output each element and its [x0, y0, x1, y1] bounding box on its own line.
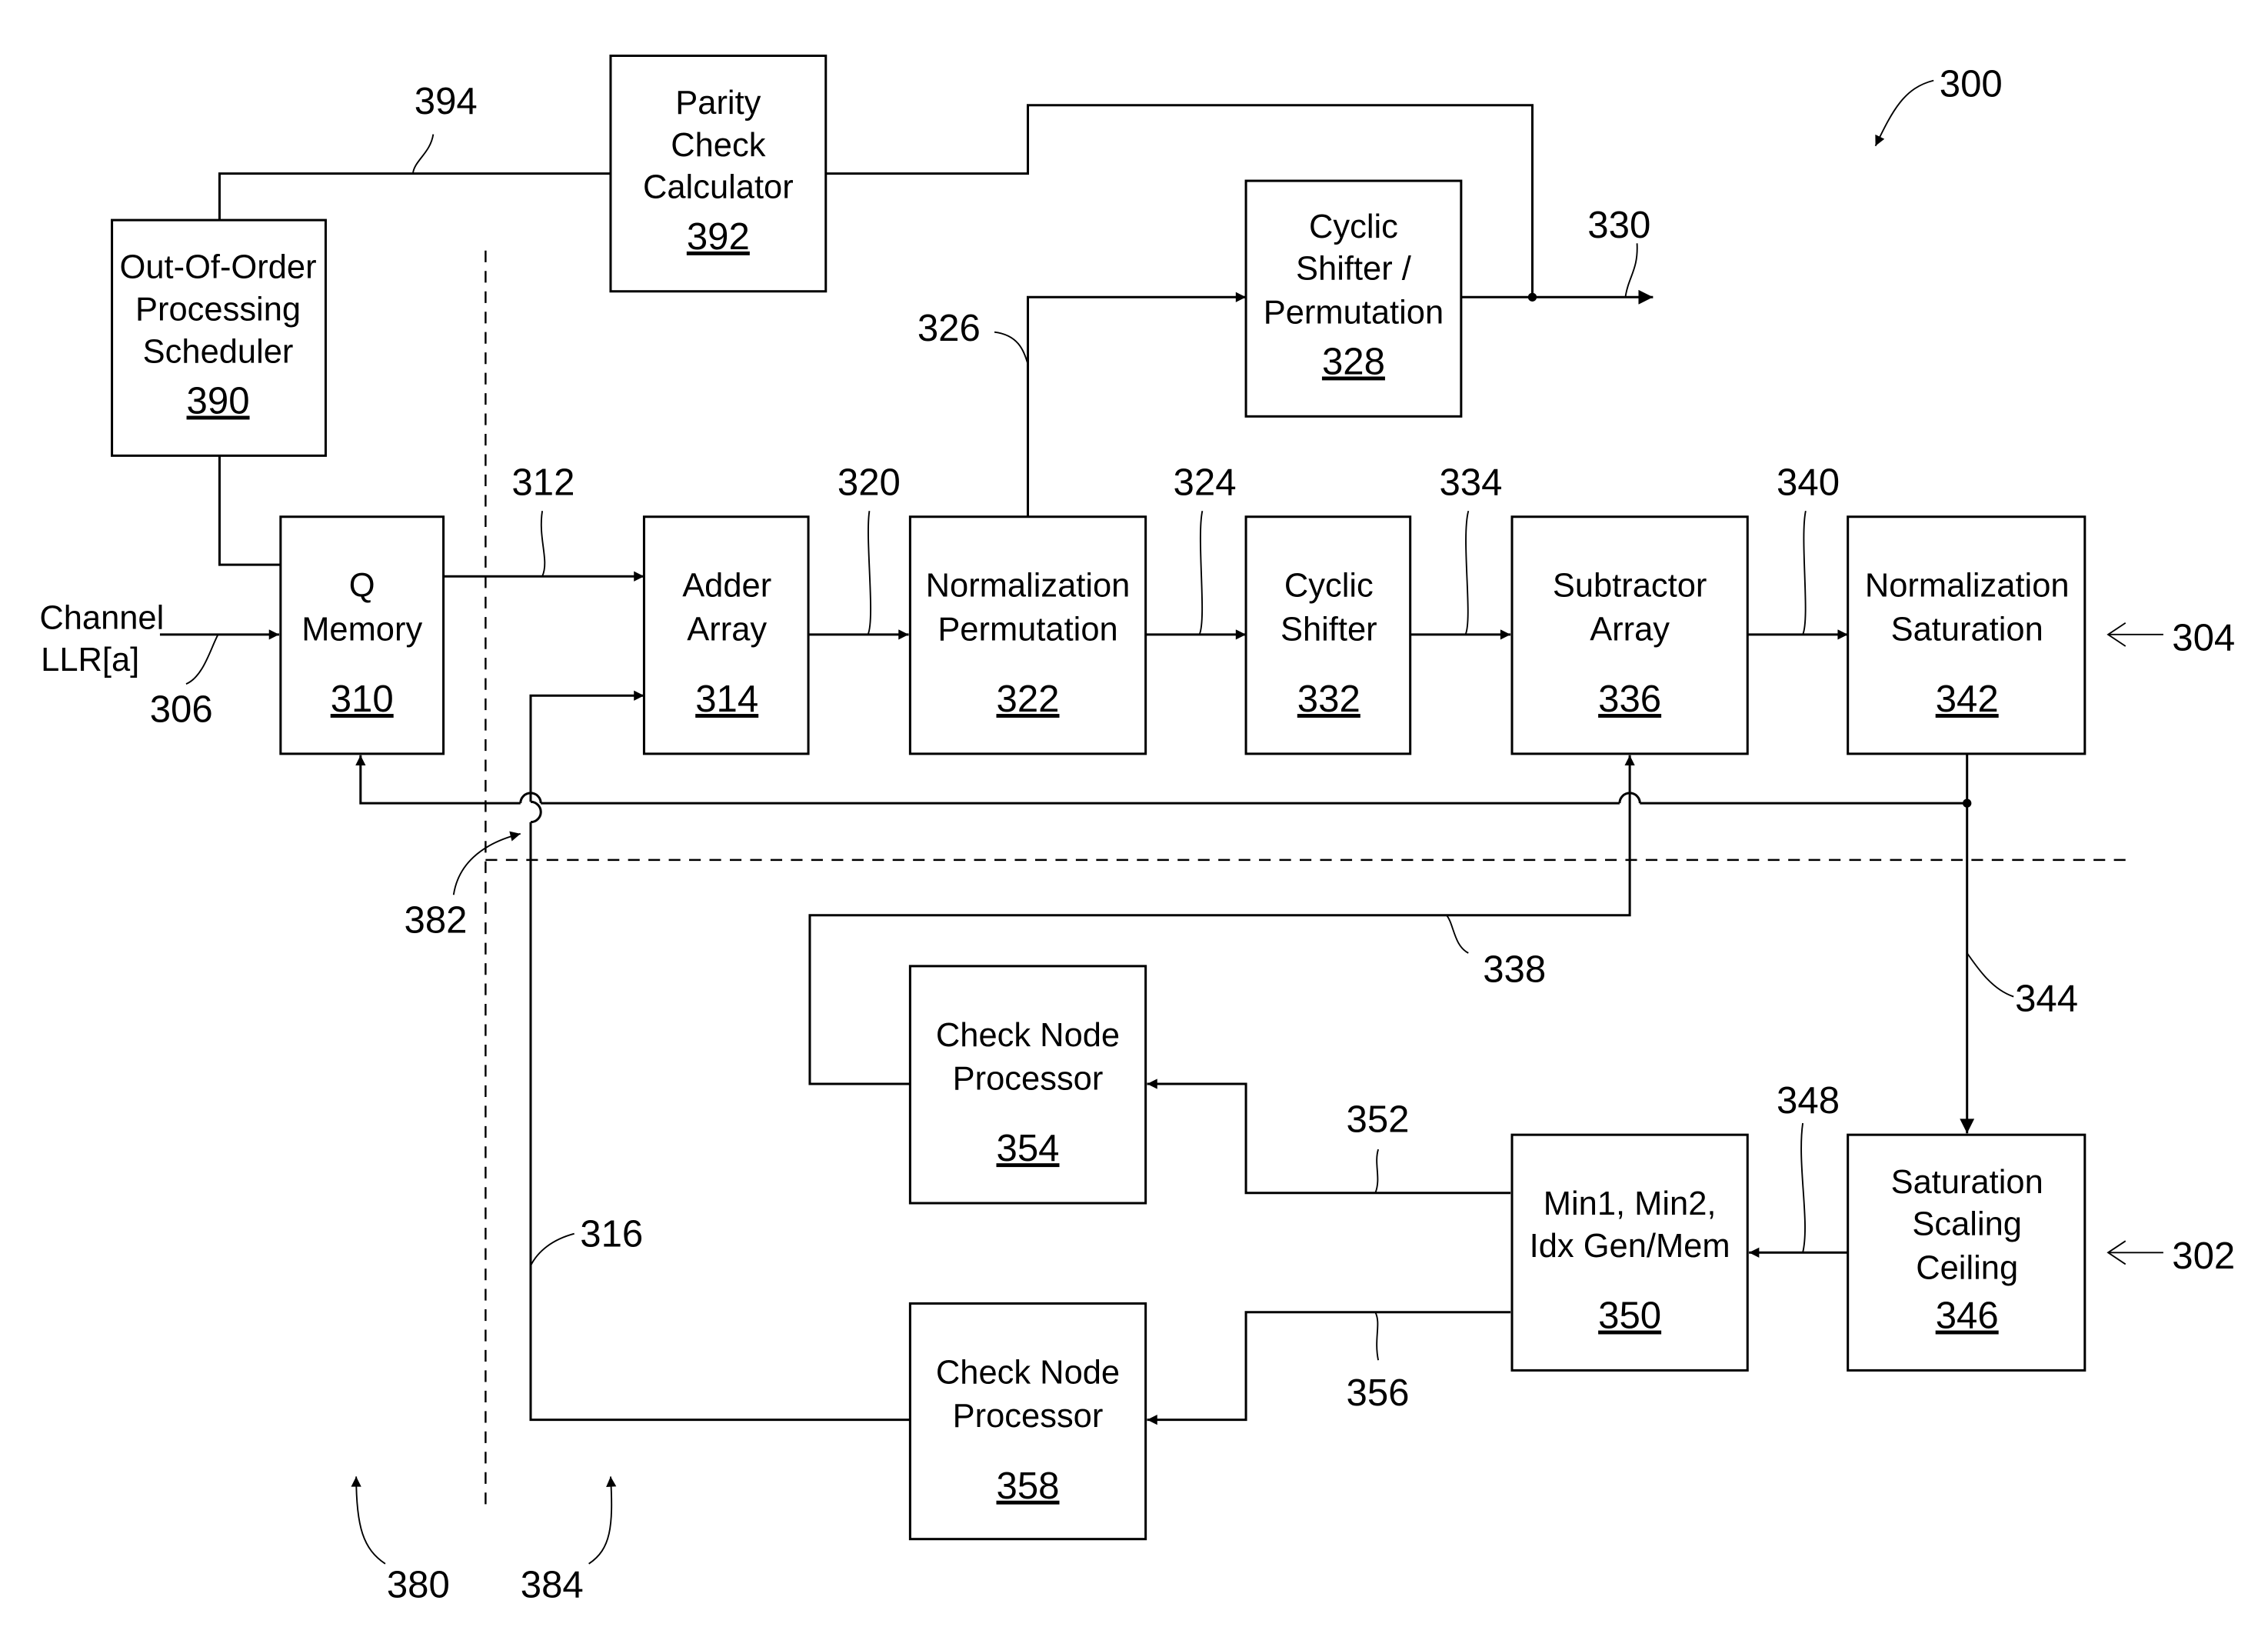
- block-label: Array: [687, 611, 767, 648]
- block-number: 310: [331, 678, 394, 720]
- ref-326: 326: [918, 308, 981, 349]
- block-cyclic-shifter-permutation: Cyclic Shifter / Permutation 328: [1244, 179, 1463, 418]
- block-number: 358: [997, 1465, 1060, 1507]
- ref-304: 304: [2172, 618, 2235, 659]
- block-number: 332: [1297, 678, 1360, 720]
- block-saturation-scaling-ceiling: Saturation Scaling Ceiling 346: [1847, 1133, 2086, 1372]
- ref-312: 312: [511, 462, 574, 503]
- ref-340: 340: [1777, 462, 1840, 503]
- wire-ooo-qmem: [218, 455, 281, 566]
- block-label: Shifter: [1281, 611, 1377, 648]
- input-label: Channel: [39, 599, 164, 636]
- block-q-memory: Q Memory 310: [279, 515, 445, 755]
- block-label: Check Node: [936, 1354, 1120, 1391]
- wire-feedback-qmem: [1640, 753, 1969, 805]
- ref-352: 352: [1346, 1099, 1409, 1140]
- block-normalization-permutation: Normalization Permutation 322: [908, 515, 1147, 755]
- block-min-idx-gen-mem: Min1, Min2, Idx Gen/Mem 350: [1510, 1133, 1749, 1372]
- wire-352: [1147, 1079, 1511, 1195]
- block-number: 354: [997, 1128, 1060, 1169]
- block-label: Cyclic: [1284, 568, 1374, 605]
- block-number: 390: [187, 381, 250, 422]
- block-out-of-order-scheduler: Out-Of-Order Processing Scheduler 390: [111, 218, 327, 457]
- block-number: 328: [1322, 341, 1385, 382]
- block-label: Saturation: [1891, 1164, 2043, 1201]
- arrow-382: [452, 831, 521, 895]
- wire-feedback-end: [355, 755, 521, 805]
- block-label: Memory: [301, 611, 422, 648]
- block-label: Permutation: [938, 611, 1117, 648]
- ref-316: 316: [580, 1214, 643, 1255]
- block-label: Out-Of-Order: [120, 249, 317, 286]
- wire-316-crossover: [530, 800, 542, 824]
- ref-344: 344: [2015, 978, 2078, 1019]
- block-label: Scaling: [1912, 1206, 2022, 1243]
- block-number: 314: [695, 678, 758, 720]
- block-label: Cyclic: [1309, 208, 1398, 245]
- block-label: Normalization: [926, 568, 1131, 605]
- block-label: Q: [349, 568, 375, 605]
- block-label: Idx Gen/Mem: [1530, 1228, 1730, 1265]
- block-label: Normalization: [1865, 568, 2070, 605]
- block-label: Array: [1590, 611, 1670, 648]
- block-cyclic-shifter: Cyclic Shifter 332: [1244, 515, 1412, 755]
- reference-numerals: 300 394 330 326 312 320 324 334 340 304 …: [150, 63, 2236, 1605]
- ref-320: 320: [838, 462, 901, 503]
- block-label: Parity: [675, 85, 761, 122]
- block-number: 392: [687, 216, 750, 258]
- ref-334: 334: [1439, 462, 1502, 503]
- ref-302: 302: [2172, 1235, 2235, 1277]
- ref-356: 356: [1346, 1372, 1409, 1414]
- arrow-380: [351, 1476, 386, 1565]
- block-label: Check Node: [936, 1017, 1120, 1054]
- arrow-300: [1874, 79, 1934, 147]
- ref-338: 338: [1483, 949, 1546, 991]
- ref-394: 394: [415, 81, 478, 122]
- block-label: Shifter /: [1296, 251, 1412, 288]
- ref-380: 380: [387, 1564, 450, 1605]
- block-label: Subtractor: [1553, 568, 1707, 605]
- wire-356: [1147, 1311, 1511, 1425]
- block-number: 350: [1598, 1295, 1661, 1337]
- junction-dot: [1527, 292, 1537, 302]
- arrow-384: [588, 1476, 617, 1565]
- block-check-node-processor-354: Check Node Processor 354: [908, 965, 1147, 1205]
- block-label: Permutation: [1264, 294, 1444, 331]
- block-label: Processing: [135, 292, 301, 328]
- ref-382: 382: [405, 899, 468, 941]
- ref-306: 306: [150, 688, 213, 730]
- decoder-block-diagram: Parity Check Calculator 392 Out-Of-Order…: [39, 54, 2236, 1605]
- ref-330: 330: [1587, 205, 1650, 246]
- input-label: LLR[a]: [41, 642, 139, 678]
- ref-300: 300: [1940, 63, 2003, 105]
- block-check-node-processor-358: Check Node Processor 358: [908, 1302, 1147, 1541]
- ref-324: 324: [1174, 462, 1237, 503]
- block-label: Calculator: [643, 169, 794, 206]
- block-number: 346: [1936, 1295, 1999, 1337]
- block-number: 342: [1936, 678, 1999, 720]
- block-number: 322: [997, 678, 1060, 720]
- block-label: Check: [671, 127, 765, 164]
- wire-316: [529, 822, 911, 1422]
- wire-316-top: [529, 690, 644, 802]
- block-label: Scheduler: [143, 333, 294, 370]
- block-label: Processor: [953, 1061, 1104, 1098]
- block-normalization-saturation: Normalization Saturation 342: [1847, 515, 2086, 755]
- block-parity-check-calculator: Parity Check Calculator 392: [609, 54, 828, 293]
- ref-348: 348: [1777, 1080, 1840, 1122]
- block-label: Processor: [953, 1398, 1104, 1435]
- wire-394: [218, 172, 611, 221]
- block-label: Min1, Min2,: [1544, 1185, 1717, 1222]
- block-adder-array: Adder Array 314: [642, 515, 810, 755]
- block-label: Adder: [682, 568, 771, 605]
- block-label: Ceiling: [1916, 1249, 2018, 1286]
- ref-384: 384: [521, 1564, 584, 1605]
- block-subtractor-array: Subtractor Array 336: [1510, 515, 1749, 755]
- block-number: 336: [1598, 678, 1661, 720]
- block-label: Saturation: [1891, 611, 2043, 648]
